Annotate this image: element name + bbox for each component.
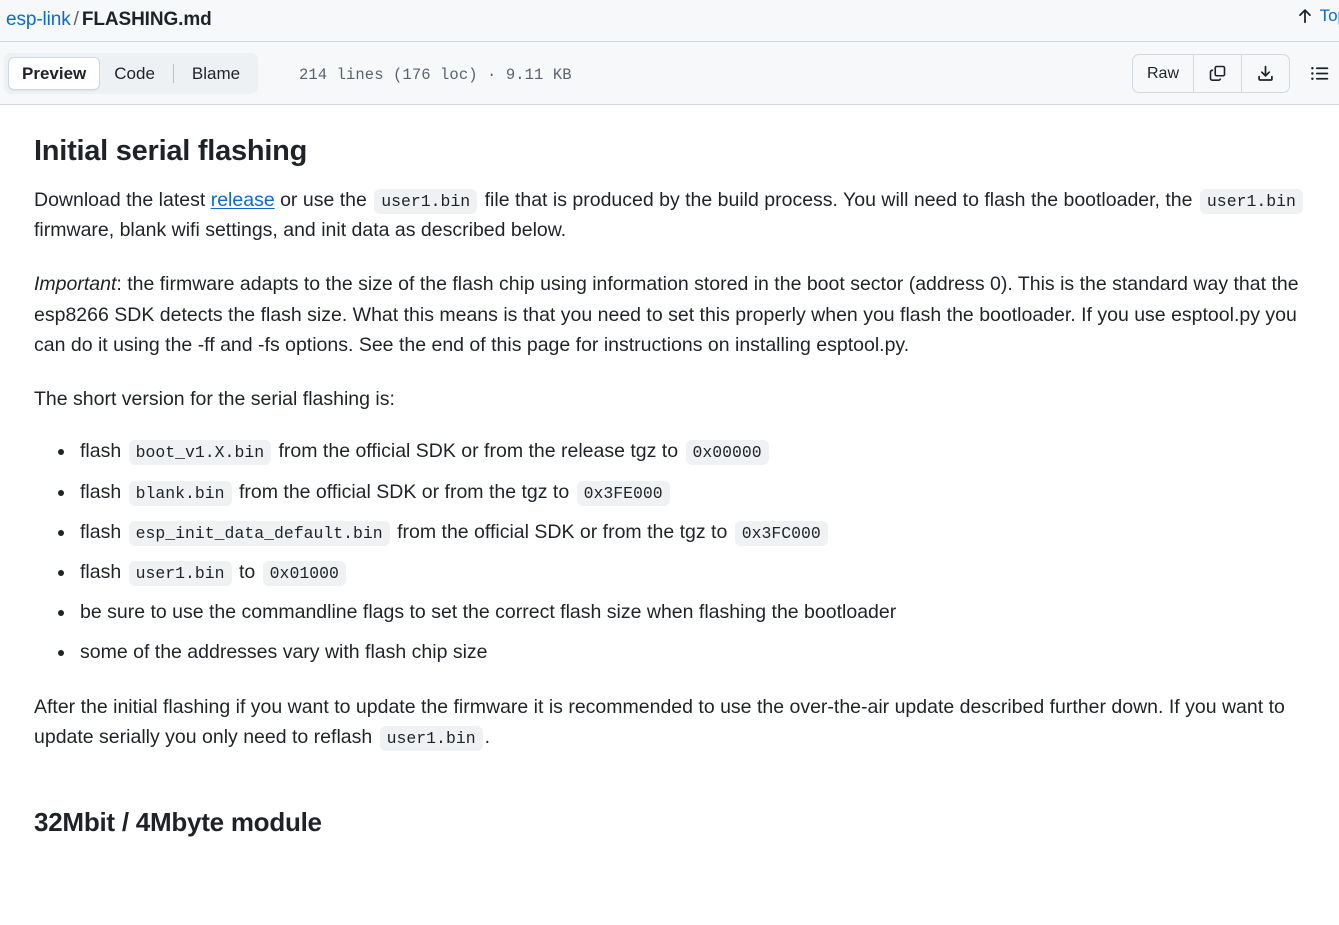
bullet-3-text-2: to <box>233 560 261 583</box>
bullet-2-text-1: flash <box>80 520 127 543</box>
bullet-1-text-2: from the official SDK or from the tgz to <box>233 480 575 503</box>
bullet-0-text-1: flash <box>80 440 127 463</box>
bullet-3-code-2: 0x01000 <box>262 560 346 586</box>
breadcrumb-separator: / <box>73 9 79 30</box>
markdown-preview-body: Initial serial flashing Download the lat… <box>0 105 1339 840</box>
code-user1-bin-a: user1.bin <box>374 189 478 214</box>
para4-text-1: After the initial flashing if you want t… <box>34 695 1285 748</box>
release-link[interactable]: release <box>211 189 275 211</box>
view-switch-divider <box>172 64 174 83</box>
paragraph-download: Download the latest release or use the u… <box>34 185 1305 245</box>
tab-preview[interactable]: Preview <box>8 57 101 90</box>
toolbar-actions: Raw <box>1131 54 1339 93</box>
bullet-3-code-1: user1.bin <box>128 560 232 586</box>
bullet-0-text-2: from the official SDK or from the releas… <box>273 440 684 463</box>
file-meta-info: 214 lines (176 loc) · 9.11 KB <box>299 66 572 84</box>
arrow-up-icon <box>1296 6 1314 26</box>
bullet-5-text-1: some of the addresses vary with flash ch… <box>80 641 488 664</box>
raw-button[interactable]: Raw <box>1133 55 1193 92</box>
outline-toggle-button[interactable] <box>1299 54 1339 93</box>
code-user1-bin-b: user1.bin <box>1199 189 1303 214</box>
list-item: flash boot_v1.X.bin from the official SD… <box>58 436 1305 466</box>
list-item: flash blank.bin from the official SDK or… <box>58 477 1305 507</box>
bullet-1-text-1: flash <box>80 480 127 503</box>
copy-button[interactable] <box>1193 55 1241 92</box>
list-item: some of the addresses vary with flash ch… <box>58 637 1305 667</box>
breadcrumb: esp-link / FLASHING.md <box>6 7 212 33</box>
tab-blame[interactable]: Blame <box>178 57 254 90</box>
code-user1-bin-c: user1.bin <box>379 725 483 751</box>
bullet-1-code-2: 0x3FE000 <box>576 480 670 506</box>
paragraph-after-flashing: After the initial flashing if you want t… <box>34 692 1305 752</box>
bullet-2-code-1: esp_init_data_default.bin <box>128 520 390 546</box>
copy-icon <box>1208 64 1227 83</box>
back-to-top-link[interactable]: Top <box>1296 6 1339 26</box>
list-item: be sure to use the commandline flags to … <box>58 597 1305 627</box>
section-heading-module: 32Mbit / 4Mbyte module <box>34 807 322 838</box>
back-to-top-label: Top <box>1319 6 1339 25</box>
para1-text-2: or use the <box>274 189 373 211</box>
para2-text: : the firmware adapts to the size of the… <box>34 273 1299 356</box>
bullet-0-code-1: boot_v1.X.bin <box>128 440 272 466</box>
paragraph-short-version: The short version for the serial flashin… <box>34 388 395 411</box>
view-mode-switch: Preview Code Blame <box>4 53 259 94</box>
unordered-list-icon <box>1309 63 1330 84</box>
breadcrumb-filename: FLASHING.md <box>81 9 212 30</box>
raw-copy-download-button-group: Raw <box>1131 54 1290 93</box>
bullet-3-text-1: flash <box>80 560 127 583</box>
paragraph-important: Important: the firmware adapts to the si… <box>34 269 1305 360</box>
para1-text-4: firmware, blank wifi settings, and init … <box>34 219 567 242</box>
bullet-2-text-2: from the official SDK or from the tgz to <box>391 520 733 543</box>
tab-code[interactable]: Code <box>100 57 169 90</box>
download-icon <box>1256 64 1275 83</box>
bullet-2-code-2: 0x3FC000 <box>734 520 828 546</box>
list-item: flash esp_init_data_default.bin from the… <box>58 517 1305 547</box>
para4-text-2: . <box>484 725 491 748</box>
important-emphasis: Important <box>34 273 117 296</box>
breadcrumb-repo-link[interactable]: esp-link <box>6 9 71 30</box>
flash-steps-list: flash boot_v1.X.bin from the official SD… <box>34 436 1305 667</box>
bullet-4-text-1: be sure to use the commandline flags to … <box>80 601 897 624</box>
list-item: flash user1.bin to 0x01000 <box>58 557 1305 587</box>
page-title: Initial serial flashing <box>34 135 308 167</box>
para1-text-3: file that is produced by the build proce… <box>479 189 1198 211</box>
bullet-1-code-1: blank.bin <box>128 480 232 506</box>
bullet-0-code-2: 0x00000 <box>685 440 769 466</box>
file-toolbar: Preview Code Blame 214 lines (176 loc) ·… <box>0 42 1339 105</box>
download-button[interactable] <box>1241 55 1289 92</box>
para1-text-1: Download the latest <box>34 189 211 211</box>
file-header-bar: esp-link/FLASHING.md Top <box>0 0 1339 42</box>
